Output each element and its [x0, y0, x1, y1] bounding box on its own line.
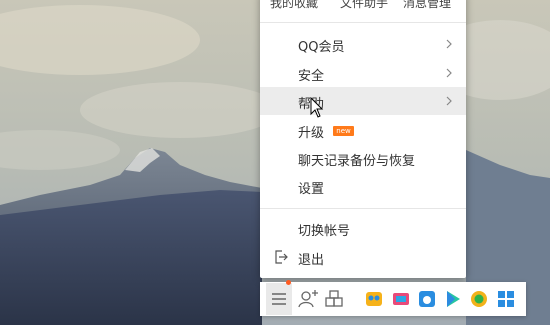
play-icon[interactable] — [443, 289, 463, 309]
menu-item-exit[interactable]: 退出 — [260, 243, 466, 271]
quick-link-message-manager[interactable]: 消息管理 — [403, 0, 451, 11]
menu-item-label: 安全 — [298, 69, 325, 84]
main-menu-button[interactable] — [266, 280, 292, 315]
notification-dot — [286, 280, 291, 285]
menu-item-label: 切换帐号 — [298, 224, 351, 239]
chevron-right-icon — [446, 96, 452, 106]
mouse-cursor-icon — [310, 97, 324, 118]
menu-item-label: 升级 — [298, 126, 325, 141]
app-manager-icon[interactable] — [324, 289, 344, 309]
quick-link-file-assistant[interactable]: 文件助手 — [340, 0, 388, 11]
menu-icon — [272, 293, 286, 305]
menu-item-settings[interactable]: 设置 — [260, 172, 466, 200]
menu-item-switch-account[interactable]: 切换帐号 — [260, 214, 466, 242]
chevron-right-icon — [446, 68, 452, 78]
menu-item-security[interactable]: 安全 — [260, 59, 466, 87]
menu-item-upgrade[interactable]: 升级 new — [260, 116, 466, 144]
cloud-app-icon[interactable] — [364, 289, 384, 309]
exit-icon — [275, 250, 288, 264]
new-badge: new — [333, 126, 354, 136]
menu-item-chat-backup[interactable]: 聊天记录备份与恢复 — [260, 144, 466, 172]
apps-grid-icon[interactable] — [496, 289, 516, 309]
menu-item-label: 设置 — [298, 182, 325, 197]
menu-quick-links: 我的收藏 文件助手 消息管理 — [260, 0, 466, 12]
screen-app-icon[interactable] — [391, 289, 411, 309]
menu-divider — [260, 22, 466, 23]
menu-item-help[interactable]: 帮助 — [260, 87, 466, 115]
bottom-toolbar — [260, 280, 526, 316]
chevron-right-icon — [446, 39, 452, 49]
weiyun-icon[interactable] — [417, 289, 437, 309]
main-menu-panel: 我的收藏 文件助手 消息管理 QQ会员 安全 帮助 升级 new 聊天记录备份与… — [260, 0, 466, 278]
menu-divider — [260, 208, 466, 209]
menu-item-label: 退出 — [298, 253, 325, 268]
menu-item-label: QQ会员 — [298, 40, 345, 55]
quick-link-favorites[interactable]: 我的收藏 — [270, 0, 318, 11]
browser-icon[interactable] — [469, 289, 489, 309]
menu-item-qq-vip[interactable]: QQ会员 — [260, 30, 466, 58]
add-contact-icon[interactable] — [298, 289, 318, 309]
menu-item-label: 聊天记录备份与恢复 — [298, 154, 416, 169]
